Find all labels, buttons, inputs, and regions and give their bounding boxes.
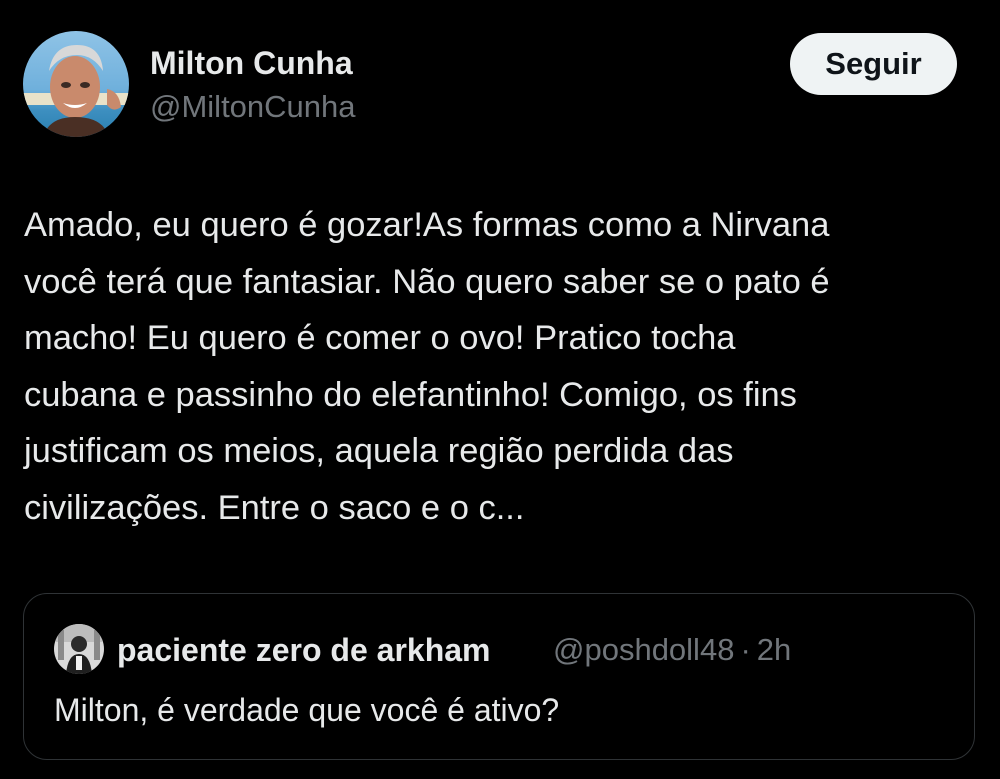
author-avatar[interactable] — [23, 31, 129, 137]
quoted-tweet-text: Milton, é verdade que você é ativo? — [54, 692, 560, 728]
avatar-photo-icon — [54, 624, 104, 674]
tweet-text-line: justificam os meios, aquela região perdi… — [24, 432, 734, 470]
quoted-author-handle[interactable]: @poshdoll48 — [553, 632, 734, 667]
tweet-text: Amado, eu quero é gozar!As formas como a… — [24, 197, 984, 536]
tweet-text-line: macho! Eu quero é comer o ovo! Pratico t… — [24, 319, 736, 357]
quoted-tweet-meta: @poshdoll48 · 2h — [553, 630, 791, 670]
quoted-tweet-card[interactable]: paciente zero de arkham @poshdoll48 · 2h M… — [23, 593, 975, 760]
quoted-author-display-name[interactable]: paciente zero de arkham — [117, 630, 490, 670]
tweet-text-line: você terá que fantasiar. Não quero saber… — [24, 262, 830, 301]
quoted-author-avatar[interactable] — [54, 624, 104, 674]
follow-button[interactable]: Seguir — [790, 33, 957, 95]
author-display-name[interactable]: Milton Cunha — [150, 44, 353, 82]
quoted-tweet-time[interactable]: 2h — [757, 632, 791, 667]
meta-separator: · — [740, 632, 751, 667]
avatar-photo-icon — [23, 31, 129, 137]
tweet-text-line: civilizações. Entre o saco e o c... — [24, 488, 525, 527]
tweet-text-line: cubana e passinho do elefantinho! Comigo… — [24, 375, 797, 414]
author-handle[interactable]: @MiltonCunha — [150, 88, 356, 126]
tweet-text-line: Amado, eu quero é gozar!As formas como a… — [24, 206, 830, 244]
